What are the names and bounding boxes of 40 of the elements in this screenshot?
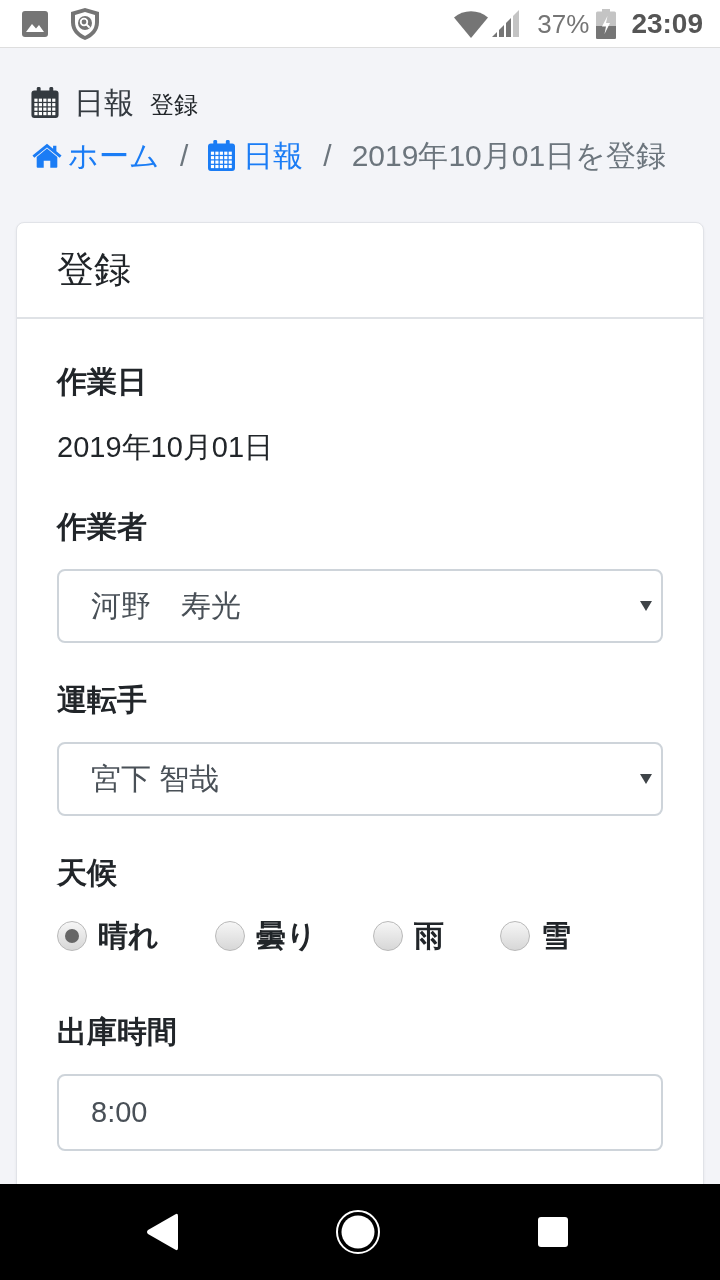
clock: 23:09 [631, 7, 703, 40]
radio-label[interactable]: 雨 [414, 913, 444, 958]
select-field[interactable]: 河野 寿光 [57, 569, 663, 643]
caret-icon [640, 773, 652, 785]
breadcrumb-link[interactable]: 日報 [208, 133, 304, 178]
radio-button[interactable] [215, 920, 245, 951]
radio-label[interactable]: 晴れ [98, 913, 159, 958]
field-label: 出庫時間 [57, 1014, 178, 1050]
radio-label[interactable]: 雪 [541, 913, 571, 958]
input-field[interactable]: 8:00 [57, 1074, 663, 1151]
recents-icon[interactable] [538, 1217, 568, 1247]
image-icon [22, 10, 48, 37]
shield-icon [69, 6, 101, 41]
radio-button[interactable] [373, 920, 403, 951]
battery-icon [596, 8, 617, 39]
page-subtitle: 登録 [150, 89, 198, 120]
wifi-icon [453, 9, 490, 38]
breadcrumb-current: 2019年10月01日を登録 [351, 138, 667, 174]
nav-home-icon[interactable] [336, 1210, 380, 1254]
caret-icon [640, 600, 652, 612]
select-field[interactable]: 宮下 智哉 [57, 742, 663, 816]
breadcrumb-separator: / [322, 138, 333, 174]
home-icon [32, 143, 62, 168]
radio-button[interactable] [57, 920, 87, 951]
breadcrumb-link[interactable]: ホーム [32, 133, 160, 178]
field-value: 2019年10月01日 [57, 430, 275, 465]
back-icon[interactable] [146, 1213, 178, 1251]
field-label: 作業者 [57, 509, 148, 545]
field-label: 天候 [57, 855, 118, 891]
radio-button[interactable] [500, 920, 530, 951]
page-title: 日報 [74, 85, 134, 121]
field-label: 作業日 [57, 364, 148, 400]
card-title: 登録 [57, 248, 131, 292]
radio-label[interactable]: 曇り [256, 913, 317, 958]
signal-icon [492, 10, 520, 37]
calendar-icon [31, 87, 59, 118]
field-label: 運転手 [57, 682, 148, 718]
breadcrumb-separator: / [179, 138, 190, 174]
calendar-icon [208, 140, 236, 171]
battery-percent: 37% [537, 8, 590, 39]
